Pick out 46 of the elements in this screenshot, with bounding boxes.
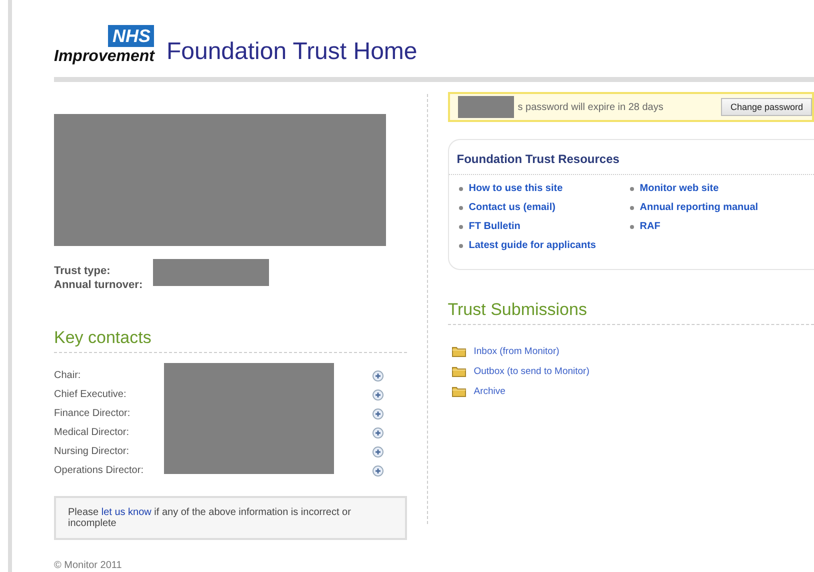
bullet-icon [458,224,463,228]
contact-role: Chief Executive: [54,388,128,402]
section-heading: Trust Submissions [448,300,588,320]
folder-icon [452,346,466,356]
page-title: Foundation Trust Home [166,38,418,66]
bullet-icon [630,206,634,210]
expand-icon[interactable] [372,390,384,400]
folder-link[interactable]: Archive [474,386,506,396]
folder-link[interactable]: Inbox (from Monitor) [474,346,560,356]
bullet-icon [630,186,634,190]
folder-icon [452,386,466,396]
bullet-icon [458,244,463,248]
contact-role: Operations Director: [54,464,144,478]
contact-role: Medical Director: [54,426,130,440]
contact-role: Nursing Director: [54,445,130,459]
contact-role: Finance Director: [54,407,132,421]
expand-icon[interactable] [372,370,384,382]
logo-badge: NHS [108,25,154,47]
change-password-button[interactable]: Change password [721,98,812,116]
resource-link[interactable]: How to use this site [468,183,563,194]
expand-icon[interactable] [372,446,384,458]
resource-link[interactable]: Latest guide for applicants [468,240,596,251]
feedback-link[interactable]: let us know [101,507,152,518]
section-heading: Key contacts [54,328,152,348]
resource-link[interactable]: Contact us (email) [468,202,556,213]
info-notice: Please let us know if any of the above information is incorrect or incomplete [54,496,407,540]
expand-icon[interactable] [372,466,384,476]
contact-role: Chair: [54,369,82,383]
bullet-icon [630,224,634,228]
bullet-icon [458,186,463,190]
password-message: s password will expire in 28 days [518,102,664,112]
folder-icon [452,366,466,376]
copyright-text: © Monitor 2011 [54,560,123,571]
resource-link[interactable]: Monitor web site [640,183,719,194]
resource-link[interactable]: RAF [640,221,660,232]
field-label: Annual turnover: [54,278,144,292]
resource-link[interactable]: FT Bulletin [468,221,520,232]
panel-heading: Foundation Trust Resources [456,152,620,166]
redaction-block [458,96,514,118]
expand-icon[interactable] [372,408,384,420]
logo-text: Improvement [54,48,154,66]
bullet-icon [458,206,463,210]
folder-link[interactable]: Outbox (to send to Monitor) [474,366,590,376]
field-label: Trust type: [54,264,112,278]
expand-icon[interactable] [372,428,384,438]
resource-link[interactable]: Annual reporting manual [640,202,758,213]
